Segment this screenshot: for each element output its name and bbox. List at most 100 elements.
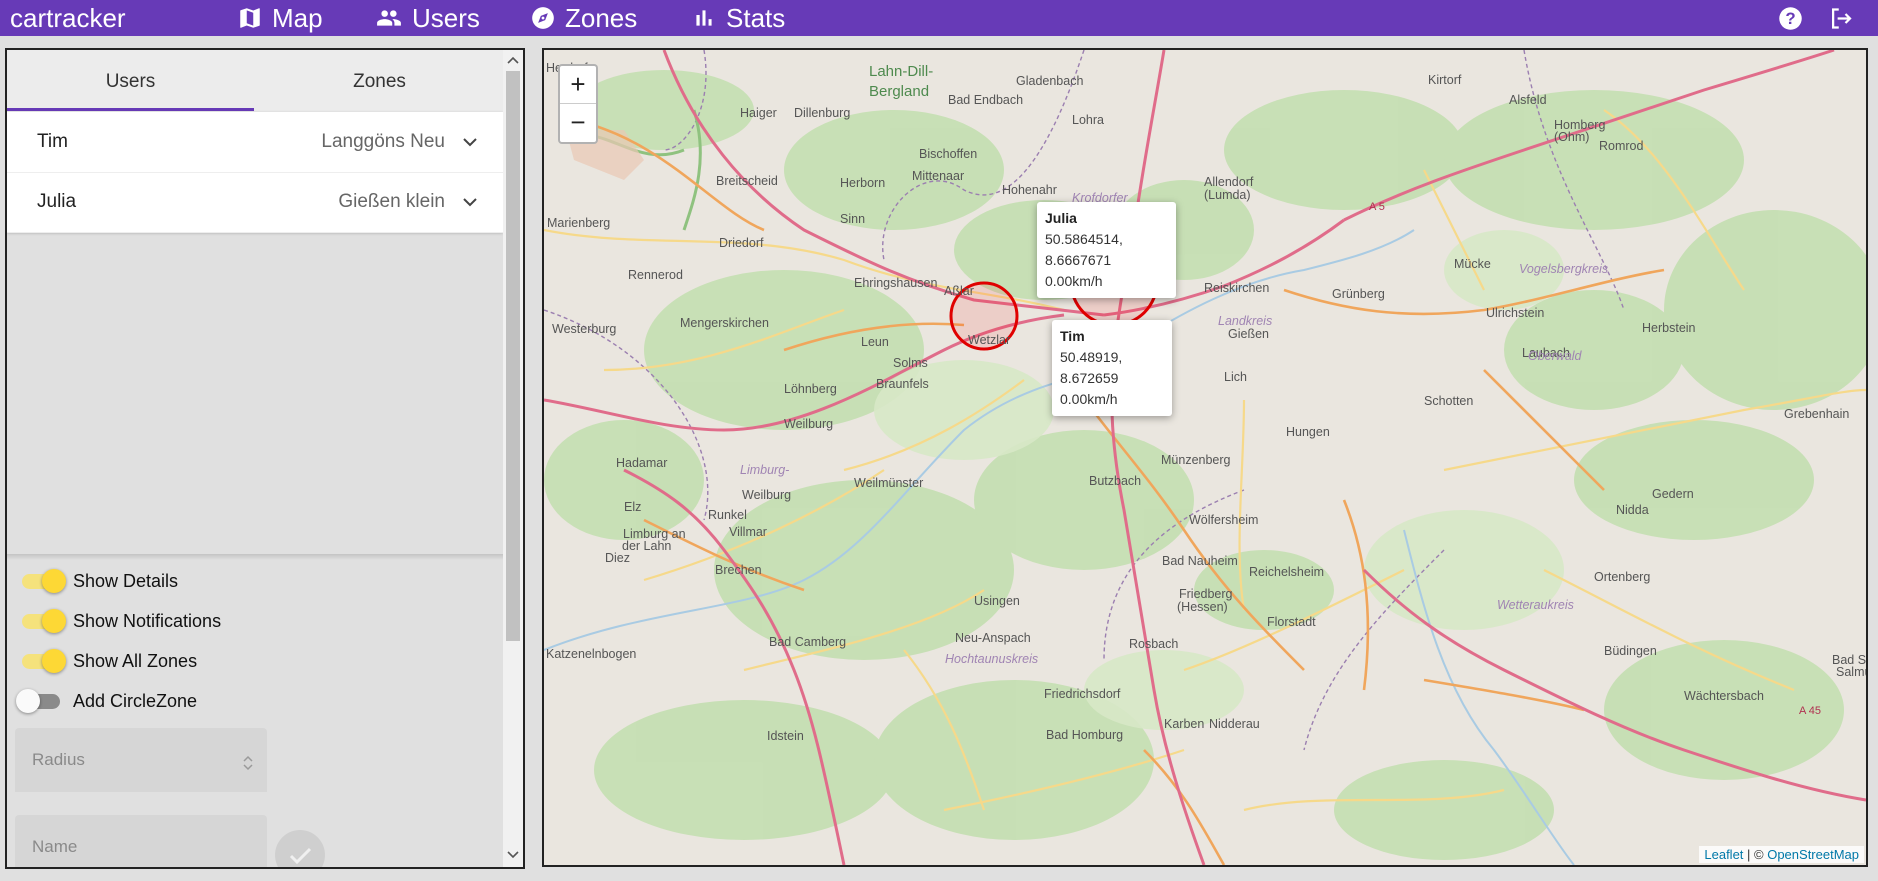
nav-users[interactable]: Users bbox=[375, 2, 480, 34]
map-place-label: Bad Camberg bbox=[769, 635, 846, 649]
map-place-label: Mittenaar bbox=[912, 169, 964, 183]
popup-user-name: Tim bbox=[1060, 328, 1085, 344]
radius-placeholder: Radius bbox=[32, 750, 85, 769]
map-place-label: Aßlar bbox=[944, 284, 974, 298]
tab-zones[interactable]: Zones bbox=[256, 50, 503, 112]
spinner-arrows-icon[interactable] bbox=[243, 755, 253, 771]
map-place-label: Kirtorf bbox=[1428, 73, 1462, 87]
toggle-knob bbox=[42, 649, 66, 673]
map-place-label: Solms bbox=[893, 356, 928, 370]
zoom-control: + − bbox=[558, 64, 598, 144]
popup-speed: 0.00km/h bbox=[1045, 273, 1103, 289]
map-place-label: Mengerskirchen bbox=[680, 316, 769, 330]
sidebar-tabs: Users Zones bbox=[7, 50, 503, 112]
zoom-in-button[interactable]: + bbox=[560, 66, 596, 104]
popup-julia[interactable]: Julia 50.5864514, 8.6667671 0.00km/h bbox=[1037, 202, 1176, 298]
compass-icon bbox=[532, 7, 554, 29]
name-field[interactable]: Name bbox=[15, 815, 267, 867]
attribution-separator: | © bbox=[1743, 847, 1768, 862]
map-place-label: Gladenbach bbox=[1016, 74, 1083, 88]
leaflet-link[interactable]: Leaflet bbox=[1704, 847, 1743, 862]
map-place-label: Oberwald bbox=[1528, 349, 1583, 363]
name-placeholder: Name bbox=[32, 837, 78, 856]
map-place-label: Limburg- bbox=[740, 463, 789, 477]
map-place-label: Ortenberg bbox=[1594, 570, 1650, 584]
toggle-label: Show Details bbox=[73, 571, 179, 591]
map-place-label: Idstein bbox=[767, 729, 804, 743]
map-place-label: Driedorf bbox=[719, 236, 764, 250]
map-place-label: Lohra bbox=[1072, 113, 1104, 127]
map-place-label: Lahn-Dill- bbox=[869, 63, 933, 80]
users-icon bbox=[377, 10, 401, 26]
map-place-label: Gedern bbox=[1652, 487, 1694, 501]
sidebar-scrollbar[interactable] bbox=[503, 50, 523, 867]
popup-coordinates: 50.5864514, 8.6667671 bbox=[1045, 231, 1123, 268]
sidebar-panel: Users Zones Tim Langgöns Neu Julia Gieße… bbox=[5, 48, 525, 869]
map-place-label: Wetzlar bbox=[968, 333, 1010, 347]
map-place-label: Brechen bbox=[715, 563, 762, 577]
map-place-label: Löhnberg bbox=[784, 382, 837, 396]
tab-users[interactable]: Users bbox=[7, 50, 254, 112]
nav-stats[interactable]: Stats bbox=[691, 2, 785, 34]
map-place-label: Mücke bbox=[1454, 257, 1491, 271]
map-place-label: Gießen bbox=[1228, 327, 1269, 341]
map-place-label: (Lumda) bbox=[1204, 188, 1251, 202]
user-row-julia[interactable]: Julia Gießen klein bbox=[7, 172, 503, 233]
toggle-show-all-zones[interactable]: Show All Zones bbox=[15, 645, 335, 675]
map-place-label: (Ohm) bbox=[1554, 130, 1589, 144]
nav-map[interactable]: Map bbox=[237, 2, 323, 34]
map-place-label: Bischoffen bbox=[919, 147, 977, 161]
map-place-label: Vogelsbergkreis bbox=[1519, 262, 1608, 276]
popup-speed: 0.00km/h bbox=[1060, 391, 1118, 407]
scroll-down-icon[interactable] bbox=[507, 850, 519, 860]
map-place-label: Ehringshausen bbox=[854, 276, 937, 290]
user-row-tim[interactable]: Tim Langgöns Neu bbox=[7, 112, 503, 173]
chevron-down-icon[interactable] bbox=[462, 134, 478, 150]
map-place-label: Diez bbox=[605, 551, 630, 565]
nav-zones[interactable]: Zones bbox=[530, 2, 637, 34]
map-place-label: Weilburg bbox=[784, 417, 833, 431]
popup-coordinates: 50.48919, 8.672659 bbox=[1060, 349, 1123, 386]
map-place-label: Lich bbox=[1224, 370, 1247, 384]
popup-tim[interactable]: Tim 50.48919, 8.672659 0.00km/h bbox=[1052, 320, 1172, 416]
map-place-label: Schotten bbox=[1424, 394, 1473, 408]
map-place-label: Breitscheid bbox=[716, 174, 778, 188]
map-place-label: Reiskirchen bbox=[1204, 281, 1269, 295]
app-toolbar: cartracker Map Users Zones Stats ? bbox=[0, 0, 1878, 36]
user-name: Tim bbox=[37, 131, 68, 152]
toggle-show-details[interactable]: Show Details bbox=[15, 565, 335, 595]
map-place-label: Butzbach bbox=[1089, 474, 1141, 488]
active-tab-indicator bbox=[7, 108, 254, 111]
map-place-label: Wölfersheim bbox=[1189, 513, 1258, 527]
chevron-down-icon[interactable] bbox=[462, 194, 478, 210]
toggle-show-notifications[interactable]: Show Notifications bbox=[15, 605, 335, 635]
radius-field[interactable]: Radius bbox=[15, 728, 267, 792]
map-place-label: Nidda bbox=[1616, 503, 1649, 517]
toggle-add-circlezone[interactable]: Add CircleZone bbox=[15, 685, 335, 715]
toggle-label: Show Notifications bbox=[73, 611, 222, 631]
nav-zones-label: Zones bbox=[565, 2, 638, 33]
osm-link[interactable]: OpenStreetMap bbox=[1767, 847, 1859, 862]
map-place-label: Wächtersbach bbox=[1684, 689, 1764, 703]
bar-chart-icon bbox=[696, 10, 712, 26]
app-brand[interactable]: cartracker bbox=[10, 4, 126, 32]
zoom-out-button[interactable]: − bbox=[560, 104, 596, 141]
scroll-up-icon[interactable] bbox=[507, 55, 519, 65]
map-place-label: Alsfeld bbox=[1509, 93, 1547, 107]
map-place-label: Sinn bbox=[840, 212, 865, 226]
map-place-label: Karben bbox=[1164, 717, 1204, 731]
map-place-label: A 5 bbox=[1369, 201, 1385, 213]
logout-button[interactable] bbox=[1827, 5, 1855, 37]
scrollbar-thumb[interactable] bbox=[506, 71, 520, 641]
map-place-label: Bad Endbach bbox=[948, 93, 1023, 107]
map-canvas[interactable]: HerdorfLahn-Dill-BerglandGladenbachBad E… bbox=[544, 50, 1866, 865]
user-list: Tim Langgöns Neu Julia Gießen klein bbox=[7, 112, 503, 233]
map-place-label: Landkreis bbox=[1218, 314, 1272, 328]
map-place-label: Hungen bbox=[1286, 425, 1330, 439]
map-view[interactable]: HerdorfLahn-Dill-BerglandGladenbachBad E… bbox=[542, 48, 1868, 867]
confirm-button[interactable] bbox=[275, 830, 325, 867]
map-place-label: Hochtaunuskreis bbox=[945, 652, 1038, 666]
map-place-label: Reichelsheim bbox=[1249, 565, 1324, 579]
help-button[interactable]: ? bbox=[1777, 5, 1804, 37]
logout-icon bbox=[1832, 8, 1852, 29]
